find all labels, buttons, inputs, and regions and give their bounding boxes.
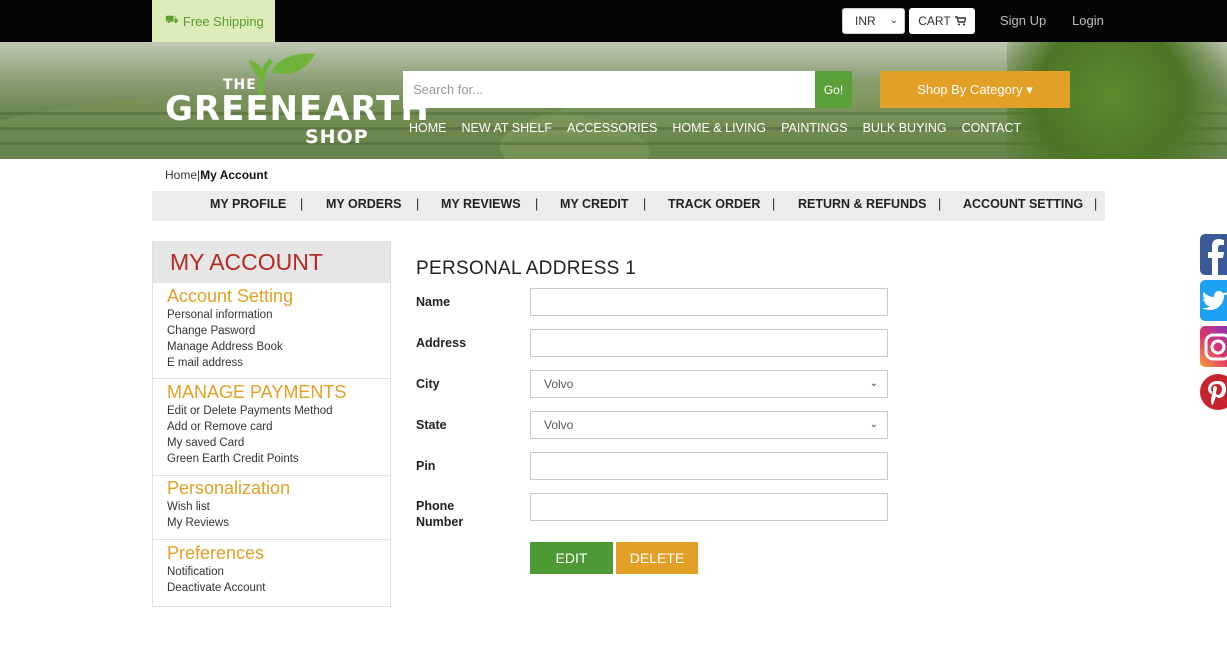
city-select[interactable]: Volvo ⌄ <box>530 370 888 398</box>
address-field[interactable] <box>530 329 888 357</box>
tab-my-profile[interactable]: MY PROFILE <box>210 197 286 211</box>
nav-separator: | <box>772 197 776 211</box>
tab-return-refunds[interactable]: RETURN & REFUNDS <box>798 197 926 211</box>
city-value: Volvo <box>544 377 574 391</box>
search-placeholder: Search for... <box>413 82 484 97</box>
sidebar-section-title: Account Setting <box>167 286 294 306</box>
sidebar-item-notification[interactable]: Notification <box>167 564 390 580</box>
state-label: State <box>416 418 447 432</box>
account-nav: MY PROFILE | MY ORDERS | MY REVIEWS | MY… <box>152 191 1105 221</box>
currency-value: INR <box>855 14 876 28</box>
sidebar-section-account-setting: Account Setting Personal information Cha… <box>153 283 390 379</box>
sidebar-item-deactivate-account[interactable]: Deactivate Account <box>167 580 390 596</box>
tab-my-credit[interactable]: MY CREDIT <box>560 197 629 211</box>
nav-paintings[interactable]: PAINTINGS <box>781 121 847 135</box>
sidebar-item-email-address[interactable]: E mail address <box>167 355 390 371</box>
tab-my-orders[interactable]: MY ORDERS <box>326 197 401 211</box>
nav-contact[interactable]: CONTACT <box>962 121 1022 135</box>
free-shipping-badge: ⛟ Free Shipping <box>152 0 275 42</box>
sidebar-section-title: MANAGE PAYMENTS <box>167 382 347 402</box>
nav-bulk-buying[interactable]: BULK BUYING <box>863 121 947 135</box>
breadcrumb: Home|My Account <box>165 168 268 182</box>
pin-label: Pin <box>416 459 436 473</box>
name-label: Name <box>416 295 451 309</box>
sidebar-item-change-password[interactable]: Change Pasword <box>167 323 390 339</box>
pinterest-icon[interactable] <box>1200 372 1227 412</box>
sidebar-item-saved-card[interactable]: My saved Card <box>167 435 390 451</box>
shop-by-category-button[interactable]: Shop By Category ▾ <box>880 71 1070 108</box>
currency-select[interactable]: INR ⌄ <box>842 8 905 34</box>
phone-number-field[interactable] <box>530 493 888 521</box>
sidebar-item-credit-points[interactable]: Green Earth Credit Points <box>167 451 390 467</box>
tab-account-setting[interactable]: ACCOUNT SETTING <box>963 197 1083 211</box>
breadcrumb-current: My Account <box>200 168 268 182</box>
search-input[interactable]: Search for... <box>403 71 815 108</box>
instagram-icon[interactable] <box>1200 326 1227 367</box>
sidebar-section-title: Personalization <box>167 478 291 498</box>
sidebar-section-preferences: Preferences Notification Deactivate Acco… <box>153 540 390 604</box>
truck-icon: ⛟ <box>165 14 179 26</box>
nav-separator: | <box>1094 197 1098 211</box>
nav-separator: | <box>938 197 942 211</box>
logo-shop: SHOP <box>305 126 369 148</box>
nav-home-living[interactable]: HOME & LIVING <box>672 121 766 135</box>
chevron-down-icon: ⌄ <box>869 378 878 389</box>
tab-track-order[interactable]: TRACK ORDER <box>668 197 760 211</box>
search-go-button[interactable]: Go! <box>815 71 852 108</box>
city-label: City <box>416 377 440 391</box>
sidebar-item-manage-address-book[interactable]: Manage Address Book <box>167 339 390 355</box>
sidebar-item-personal-information[interactable]: Personal information <box>167 307 390 323</box>
account-sidebar: MY ACCOUNT Account Setting Personal info… <box>152 241 391 607</box>
phone-label-number: Number <box>416 515 464 529</box>
tab-my-reviews[interactable]: MY REVIEWS <box>441 197 521 211</box>
top-bar: ⛟ Free Shipping INR ⌄ CART Sign Up Login <box>0 0 1227 42</box>
chevron-down-icon: ⌄ <box>869 419 878 430</box>
facebook-icon[interactable] <box>1200 234 1227 275</box>
edit-button[interactable]: EDIT <box>530 542 613 574</box>
sidebar-item-wish-list[interactable]: Wish list <box>167 499 390 515</box>
sidebar-section-personalization: Personalization Wish list My Reviews <box>153 476 390 540</box>
cart-icon <box>954 16 966 26</box>
nav-separator: | <box>300 197 304 211</box>
sidebar-item-my-reviews[interactable]: My Reviews <box>167 515 390 531</box>
form-title: PERSONAL ADDRESS 1 <box>416 258 637 279</box>
breadcrumb-home[interactable]: Home <box>165 168 197 182</box>
chevron-down-icon: ⌄ <box>889 15 898 26</box>
phone-label: Phone <box>416 499 455 513</box>
site-logo[interactable]: THE GREENEARTH SHOP <box>165 50 429 153</box>
address-label: Address <box>416 336 467 350</box>
nav-separator: | <box>416 197 420 211</box>
delete-button[interactable]: DELETE <box>616 542 698 574</box>
cart-label: CART <box>918 14 951 28</box>
sign-up-link[interactable]: Sign Up <box>1000 13 1046 28</box>
nav-new-at-shelf[interactable]: NEW AT SHELF <box>462 121 553 135</box>
sidebar-section-title: Preferences <box>167 543 265 563</box>
sidebar-item-add-remove-card[interactable]: Add or Remove card <box>167 419 390 435</box>
pin-field[interactable] <box>530 452 888 480</box>
sidebar-heading: MY ACCOUNT <box>153 241 390 283</box>
nav-home[interactable]: HOME <box>409 121 447 135</box>
state-select[interactable]: Volvo ⌄ <box>530 411 888 439</box>
login-link[interactable]: Login <box>1072 13 1104 28</box>
sidebar-section-manage-payments: MANAGE PAYMENTS Edit or Delete Payments … <box>153 379 390 476</box>
free-shipping-label: Free Shipping <box>182 13 264 29</box>
logo-green-earth: GREENEARTH <box>165 89 430 129</box>
state-value: Volvo <box>544 418 574 432</box>
nav-separator: | <box>643 197 647 211</box>
nav-accessories[interactable]: ACCESSORIES <box>567 121 657 135</box>
name-field[interactable] <box>530 288 888 316</box>
twitter-icon[interactable] <box>1200 280 1227 321</box>
sidebar-item-edit-delete-payments[interactable]: Edit or Delete Payments Method <box>167 403 390 419</box>
nav-separator: | <box>535 197 539 211</box>
main-nav: HOME NEW AT SHELF ACCESSORIES HOME & LIV… <box>409 121 1021 135</box>
cart-button[interactable]: CART <box>909 8 975 34</box>
